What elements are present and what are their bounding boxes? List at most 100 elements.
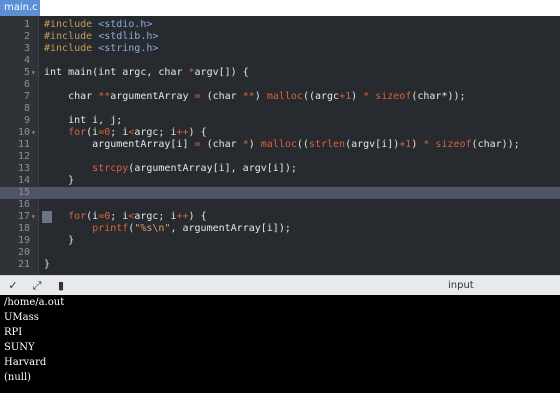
console-line: SUNY [4, 342, 35, 353]
code-token: strcpy [44, 163, 129, 174]
code-token: argumentArray[i] [44, 139, 195, 150]
tab-bar: main.c [0, 0, 560, 16]
code-line[interactable]: 7 char **argumentArray = (char **) mallo… [0, 91, 560, 103]
console-line: (null) [4, 372, 32, 383]
code-line[interactable]: 8 [0, 103, 560, 115]
code-line[interactable]: 17 ▾ for(i=0; i<argc; i++) { [0, 211, 560, 223]
code-token: malloc [266, 91, 303, 102]
line-number: 20 [17, 247, 30, 258]
code-token: ) [411, 139, 424, 150]
code-token: malloc [260, 139, 297, 150]
code-token: +1 [339, 91, 352, 102]
code-token: argc; i [134, 127, 177, 138]
code-token: , argumentArray[i]); [170, 223, 291, 234]
code-line[interactable]: 4 [0, 55, 560, 67]
console-toolbar: ✓ ⤢ ▮ input [0, 275, 560, 296]
expand-arrows-icon[interactable]: ⤢ [30, 279, 44, 293]
code-text: } [44, 235, 74, 247]
code-token: } [44, 259, 51, 270]
console-output[interactable]: /home/a.out UMass RPI SUNY Harvard (null) [0, 295, 560, 393]
code-token: <string.h> [98, 43, 159, 54]
code-token: ++ [176, 127, 189, 138]
code-token: ; i [110, 127, 129, 138]
code-token: ** [242, 91, 255, 102]
code-token: sizeof [375, 91, 412, 102]
code-text: #include <string.h> [44, 43, 158, 55]
code-token: <stdlib.h> [98, 31, 159, 42]
line-number: 13 [17, 163, 30, 174]
line-number: 17 [17, 211, 30, 222]
code-line[interactable]: 12 [0, 151, 560, 163]
code-line[interactable]: 11 argumentArray[i] = (char *) malloc((s… [0, 139, 560, 151]
line-number: 4 [23, 55, 30, 66]
code-token: strlen [308, 139, 346, 150]
code-line[interactable]: 1 #include <stdio.h> [0, 19, 560, 31]
code-line[interactable]: 10 ▾ for(i=0; i<argc; i++) { [0, 127, 560, 139]
code-token: } [44, 175, 75, 186]
code-token: "%s\n" [134, 223, 171, 234]
code-line[interactable]: 6 [0, 79, 560, 91]
code-token: ) [254, 91, 267, 102]
code-text: char **argumentArray = (char **) malloc(… [44, 91, 466, 103]
code-token: +1 [399, 139, 412, 150]
line-number: 18 [17, 223, 30, 234]
code-token: =0 [98, 127, 111, 138]
code-token: (char [200, 91, 243, 102]
code-token: =0 [98, 211, 111, 222]
code-token: argumentArray [110, 91, 195, 102]
clear-console-icon[interactable]: ▮ [54, 279, 68, 293]
code-line[interactable]: 14 } [0, 175, 560, 187]
fold-arrow-icon[interactable]: ▾ [31, 67, 37, 79]
code-editor[interactable]: 1 #include <stdio.h> 2 #include <stdlib.h> 3… [0, 16, 560, 275]
code-line[interactable]: 5 ▾ int main(int argc, char *argv[]) { [0, 67, 560, 79]
code-line[interactable]: 3 #include <string.h> [0, 43, 560, 55]
code-line[interactable]: 9 int i, j; [0, 115, 560, 127]
code-token: ) [248, 139, 261, 150]
code-text: for(i=0; i<argc; i++) { [44, 211, 207, 223]
chevron-down-icon[interactable]: ✓ [6, 279, 20, 293]
code-token: (char)); [471, 139, 520, 150]
line-number: 21 [17, 259, 30, 270]
code-line[interactable]: 21} [0, 259, 560, 271]
code-token: (i [86, 211, 99, 222]
line-number: 10 [17, 127, 30, 138]
code-text: int i, j; [44, 115, 122, 127]
line-number: 19 [17, 235, 30, 246]
code-token: #include [44, 31, 99, 42]
line-number: 1 [23, 19, 30, 30]
line-number: 9 [23, 115, 30, 126]
line-number: 11 [17, 139, 30, 150]
fold-arrow-icon[interactable]: ▾ [31, 211, 37, 223]
code-line[interactable]: 16 [0, 199, 560, 211]
code-line[interactable]: 2 #include <stdlib.h> [0, 31, 560, 43]
code-line[interactable]: 20 [0, 247, 560, 259]
code-token: (char*)); [411, 91, 466, 102]
code-line[interactable]: 15 [0, 187, 560, 199]
code-text: for(i=0; i<argc; i++) { [44, 127, 207, 139]
code-line[interactable]: 13 strcpy(argumentArray[i], argv[i]); [0, 163, 560, 175]
console-line: Harvard [4, 357, 47, 368]
line-number: 15 [17, 187, 30, 198]
code-token: (char [200, 139, 243, 150]
code-line[interactable]: 18 printf("%s\n", argumentArray[i]); [0, 223, 560, 235]
code-token: argv[]) { [194, 67, 249, 78]
code-token: sizeof [435, 139, 472, 150]
code-token: (( [296, 139, 309, 150]
code-token: ((argc [302, 91, 340, 102]
code-token: ) { [188, 127, 207, 138]
code-token: for [44, 127, 87, 138]
code-token: ; i [110, 211, 129, 222]
code-text: int main(int argc, char *argv[]) { [44, 67, 249, 79]
code-text: argumentArray[i] = (char *) malloc((strl… [44, 139, 520, 151]
code-token: } [44, 235, 75, 246]
code-text: } [44, 259, 50, 271]
code-token: #include [44, 19, 99, 30]
code-token: printf [44, 223, 129, 234]
tab-main-c[interactable]: main.c [0, 0, 40, 16]
code-line[interactable]: 19 } [0, 235, 560, 247]
code-token: ++ [176, 211, 189, 222]
code-token: ) { [188, 211, 207, 222]
line-number: 8 [23, 103, 30, 114]
line-number: 16 [17, 199, 30, 210]
fold-arrow-icon[interactable]: ▾ [31, 127, 37, 139]
